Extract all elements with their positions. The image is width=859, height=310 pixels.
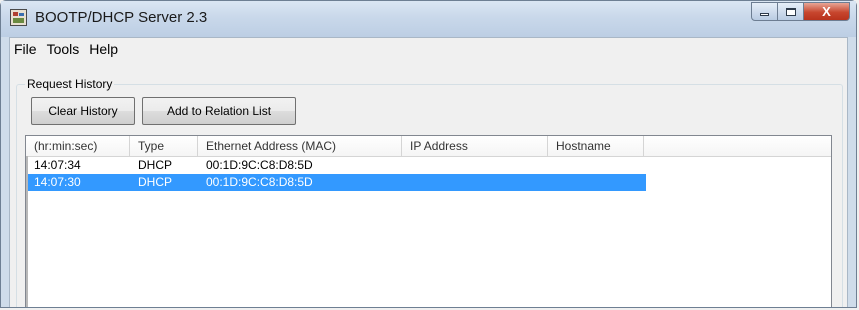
- cell-mac: 00:1D:9C:C8:D8:5D: [206, 158, 313, 172]
- column-header-filler: [644, 136, 831, 156]
- cell-time: 14:07:30: [34, 175, 81, 189]
- cell-ip: [402, 157, 548, 174]
- close-icon: X: [822, 4, 831, 19]
- maximize-button[interactable]: [778, 2, 804, 21]
- menu-bar: File Tools Help: [10, 38, 847, 60]
- cell-hostname: [548, 157, 646, 174]
- minimize-icon: [760, 13, 769, 16]
- request-history-list[interactable]: (hr:min:sec) Type Ethernet Address (MAC)…: [25, 135, 832, 307]
- minimize-button[interactable]: [751, 2, 778, 21]
- caption-buttons: X: [751, 2, 850, 22]
- column-header-mac[interactable]: Ethernet Address (MAC): [198, 136, 402, 156]
- maximize-icon: [785, 7, 796, 16]
- table-row[interactable]: 14:07:30 DHCP 00:1D:9C:C8:D8:5D: [26, 174, 646, 191]
- column-header-type[interactable]: Type: [130, 136, 198, 156]
- list-header: (hr:min:sec) Type Ethernet Address (MAC)…: [26, 136, 831, 157]
- app-icon[interactable]: [10, 9, 27, 26]
- cell-time: 14:07:34: [34, 158, 81, 172]
- column-header-time[interactable]: (hr:min:sec): [26, 136, 130, 156]
- menu-help[interactable]: Help: [84, 38, 123, 60]
- window-title: BOOTP/DHCP Server 2.3: [35, 9, 208, 26]
- add-to-relation-list-button[interactable]: Add to Relation List: [142, 97, 296, 125]
- cell-hostname: [548, 174, 646, 191]
- menu-file[interactable]: File: [10, 38, 42, 60]
- column-header-ip[interactable]: IP Address: [402, 136, 548, 156]
- menu-tools[interactable]: Tools: [42, 38, 85, 60]
- cell-type: DHCP: [138, 175, 173, 189]
- cell-type: DHCP: [138, 158, 173, 172]
- title-bar[interactable]: BOOTP/DHCP Server 2.3 X: [1, 1, 856, 37]
- request-history-group: Request History Clear History Add to Rel…: [16, 77, 843, 307]
- table-row[interactable]: 14:07:34 DHCP 00:1D:9C:C8:D8:5D: [26, 157, 646, 174]
- list-left-edge: [26, 156, 28, 307]
- group-label: Request History: [25, 77, 115, 91]
- cell-ip: [402, 174, 548, 191]
- column-header-hostname[interactable]: Hostname: [548, 136, 644, 156]
- client-area: File Tools Help Request History Clear Hi…: [9, 37, 848, 307]
- clear-history-button[interactable]: Clear History: [31, 97, 135, 125]
- close-button[interactable]: X: [804, 2, 850, 21]
- cell-mac: 00:1D:9C:C8:D8:5D: [206, 175, 313, 189]
- app-window: BOOTP/DHCP Server 2.3 X File Tools Help …: [0, 0, 857, 308]
